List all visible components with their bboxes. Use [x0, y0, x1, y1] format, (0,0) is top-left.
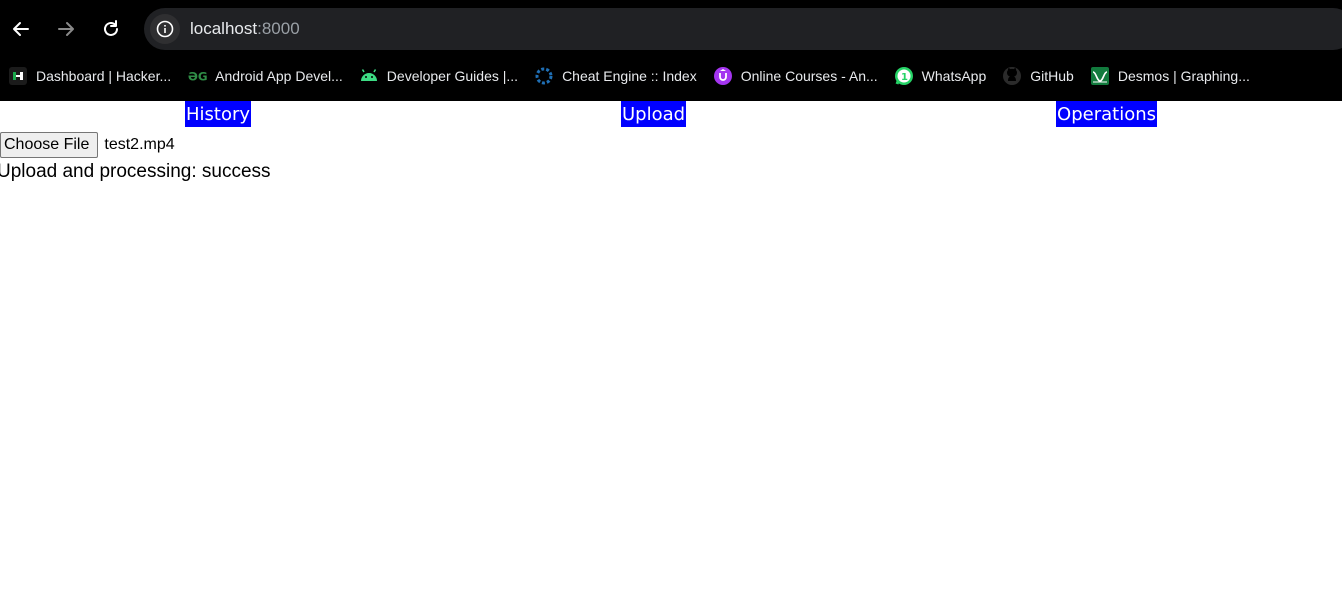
whatsapp-icon: 1 — [894, 66, 914, 86]
bookmark-label: Android App Devel... — [215, 68, 343, 84]
bookmark-label: Online Courses - An... — [740, 68, 878, 84]
nav-link-upload[interactable]: Upload — [621, 101, 687, 127]
svg-text:1: 1 — [901, 72, 908, 83]
forward-button[interactable] — [51, 14, 81, 44]
info-icon — [156, 20, 174, 38]
hackerrank-icon — [8, 66, 28, 86]
upload-status-message: Upload and processing: success — [0, 161, 271, 182]
page-content: History Upload Operations Choose File te… — [0, 101, 1342, 608]
site-info-button[interactable] — [150, 14, 180, 44]
bookmark-android-developers[interactable]: Developer Guides |... — [351, 62, 526, 90]
selected-file-name: test2.mp4 — [104, 136, 175, 153]
nav-link-operations[interactable]: Operations — [1056, 101, 1158, 127]
url-host: localhost — [190, 19, 258, 38]
geeksforgeeks-icon: ƏG — [187, 66, 207, 86]
cheat-engine-icon — [534, 66, 554, 86]
bookmark-label: Cheat Engine :: Index — [562, 68, 697, 84]
bookmark-cheat-engine[interactable]: Cheat Engine :: Index — [526, 62, 705, 90]
svg-text:ƏG: ƏG — [188, 70, 207, 84]
back-button[interactable] — [6, 14, 36, 44]
android-icon — [359, 66, 379, 86]
forward-arrow-icon — [58, 22, 74, 36]
bookmark-label: WhatsApp — [921, 68, 987, 84]
back-arrow-icon — [13, 22, 29, 36]
bookmark-label: GitHub — [1030, 68, 1074, 84]
bookmark-label: Desmos | Graphing... — [1117, 68, 1250, 84]
bookmark-label: Developer Guides |... — [386, 68, 519, 84]
bookmark-desmos[interactable]: Desmos | Graphing... — [1082, 62, 1258, 90]
bookmark-whatsapp[interactable]: 1 WhatsApp — [886, 62, 995, 90]
github-icon — [1002, 66, 1022, 86]
url-text: localhost:8000 — [190, 19, 300, 39]
address-bar[interactable]: localhost:8000 — [144, 8, 1342, 50]
bookmark-label: Dashboard | Hacker... — [36, 68, 172, 84]
file-input[interactable]: Choose File test2.mp4 — [0, 132, 175, 158]
bookmark-github[interactable]: GitHub — [994, 62, 1082, 90]
bookmarks-bar: Dashboard | Hacker... ƏG Android App Dev… — [0, 60, 1342, 92]
udemy-icon — [713, 66, 733, 86]
bookmark-udemy[interactable]: Online Courses - An... — [705, 62, 886, 90]
bookmark-hackerrank[interactable]: Dashboard | Hacker... — [0, 62, 179, 90]
desmos-icon — [1090, 66, 1110, 86]
url-port: :8000 — [257, 19, 300, 38]
bookmark-geeksforgeeks[interactable]: ƏG Android App Devel... — [179, 62, 351, 90]
browser-chrome: localhost:8000 Dashboard | Hacker... ƏG … — [0, 0, 1342, 101]
choose-file-button[interactable]: Choose File — [0, 132, 99, 158]
nav-link-history[interactable]: History — [184, 101, 252, 127]
reload-button[interactable] — [96, 14, 126, 44]
nav-links: History Upload Operations — [0, 101, 1342, 129]
reload-icon — [104, 20, 118, 36]
